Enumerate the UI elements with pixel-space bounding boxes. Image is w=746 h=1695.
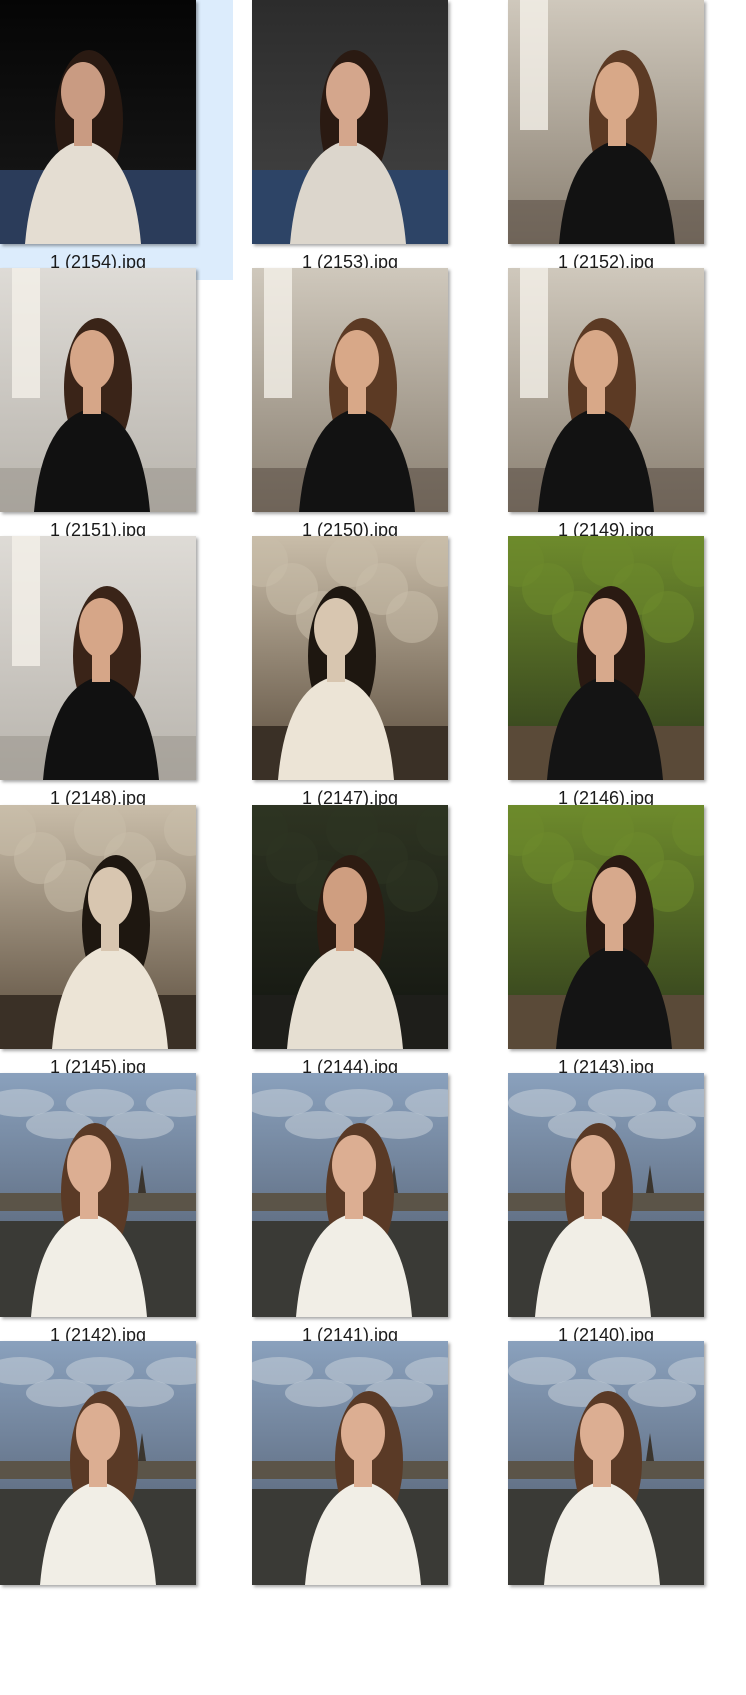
file-item[interactable]: 1 (2148).jpg — [0, 536, 233, 816]
file-item[interactable]: 1 (2145).jpg — [0, 805, 233, 1085]
file-item[interactable]: 1 (2141).jpg — [252, 1073, 485, 1353]
file-item[interactable] — [0, 1341, 233, 1621]
file-thumbnail[interactable] — [0, 805, 196, 1049]
file-item[interactable]: 1 (2144).jpg — [252, 805, 485, 1085]
file-thumbnail[interactable] — [252, 268, 448, 512]
file-thumbnail[interactable] — [252, 805, 448, 1049]
file-item[interactable]: 1 (2149).jpg — [508, 268, 741, 548]
file-grid: 1 (2154).jpg 1 (2153).jpg 1 (2152).jpg 1 (2… — [0, 0, 746, 1695]
file-item[interactable]: 1 (2146).jpg — [508, 536, 741, 816]
file-item[interactable]: 1 (2150).jpg — [252, 268, 485, 548]
file-thumbnail[interactable] — [0, 536, 196, 780]
file-item[interactable] — [252, 1341, 485, 1621]
file-thumbnail[interactable] — [508, 1073, 704, 1317]
file-thumbnail[interactable] — [508, 805, 704, 1049]
file-item[interactable] — [508, 1341, 741, 1621]
file-item[interactable]: 1 (2153).jpg — [252, 0, 485, 280]
file-thumbnail[interactable] — [508, 0, 704, 244]
file-item[interactable]: 1 (2154).jpg — [0, 0, 233, 280]
file-item[interactable]: 1 (2140).jpg — [508, 1073, 741, 1353]
file-item[interactable]: 1 (2143).jpg — [508, 805, 741, 1085]
file-thumbnail[interactable] — [252, 1073, 448, 1317]
file-thumbnail[interactable] — [0, 1073, 196, 1317]
file-thumbnail[interactable] — [252, 536, 448, 780]
file-item[interactable]: 1 (2147).jpg — [252, 536, 485, 816]
file-thumbnail[interactable] — [0, 268, 196, 512]
file-thumbnail[interactable] — [0, 0, 196, 244]
file-thumbnail[interactable] — [508, 1341, 704, 1585]
file-thumbnail[interactable] — [508, 536, 704, 780]
file-thumbnail[interactable] — [252, 1341, 448, 1585]
file-item[interactable]: 1 (2142).jpg — [0, 1073, 233, 1353]
file-thumbnail[interactable] — [0, 1341, 196, 1585]
file-item[interactable]: 1 (2152).jpg — [508, 0, 741, 280]
file-thumbnail[interactable] — [252, 0, 448, 244]
file-thumbnail[interactable] — [508, 268, 704, 512]
file-item[interactable]: 1 (2151).jpg — [0, 268, 233, 548]
